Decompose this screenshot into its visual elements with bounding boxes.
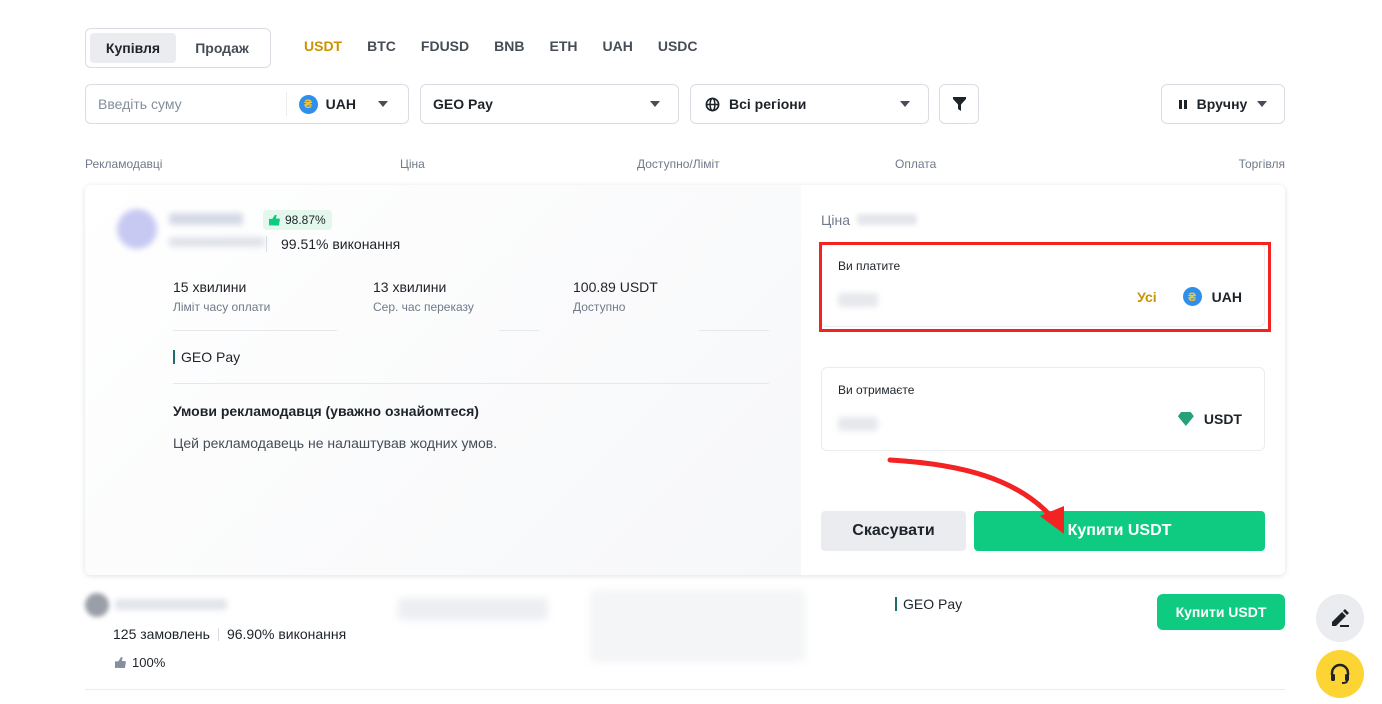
filter-button[interactable] <box>939 84 979 124</box>
tether-icon <box>1177 412 1194 426</box>
feedback-button[interactable] <box>1316 594 1364 642</box>
uah-coin-icon: ₴ <box>298 94 318 114</box>
edit-pencil-icon <box>1332 609 1349 627</box>
terms-title: Умови рекламодавця (уважно ознайомтеся) <box>173 403 479 419</box>
region-select-value: Всі регіони <box>729 96 807 112</box>
completion-rate: 99.51% виконання <box>266 236 400 252</box>
order-count: 125 замовлень <box>113 626 210 642</box>
price-redacted <box>398 598 548 620</box>
asset-tab-bnb[interactable]: BNB <box>494 38 524 54</box>
asset-tab-usdc[interactable]: USDC <box>658 38 698 54</box>
column-header-payment: Оплата <box>895 157 937 171</box>
asset-tab-fdusd[interactable]: FDUSD <box>421 38 469 54</box>
region-select[interactable]: Всі регіони <box>690 84 929 124</box>
receive-amount-box[interactable]: Ви отримаєте USDT <box>821 367 1265 451</box>
advertiser-stats: 125 замовлень 96.90% виконання <box>113 626 346 642</box>
column-header-trade: Торгівля <box>1238 157 1285 171</box>
buy-usdt-button[interactable]: Купити USDT <box>1157 594 1285 630</box>
chevron-down-icon <box>900 101 910 107</box>
divider <box>85 689 1285 690</box>
headset-icon <box>1330 663 1350 684</box>
stat-value: 100.89 USDT <box>573 279 658 295</box>
stat-value: 15 хвилини <box>173 279 247 295</box>
available-limit-redacted <box>590 590 805 662</box>
chevron-down-icon <box>378 101 388 107</box>
stat-label: Сер. час переказу <box>373 300 474 314</box>
fiat-select-value: UAH <box>325 96 356 112</box>
receive-amount-label: Ви отримаєте <box>838 383 915 397</box>
globe-icon <box>705 97 720 111</box>
divider <box>173 383 769 384</box>
stat-label: Ліміт часу оплати <box>173 300 271 314</box>
receive-amount-input-redacted[interactable] <box>838 417 878 431</box>
payment-select-value: GEO Pay <box>433 96 493 112</box>
payment-select[interactable]: GEO Pay <box>420 84 679 124</box>
terms-text: Цей рекламодавець не налаштував жодних у… <box>173 435 498 451</box>
payment-method-tag: GEO Pay <box>173 350 240 364</box>
chevron-down-icon <box>1257 101 1268 107</box>
funnel-icon <box>952 97 966 111</box>
column-header-advertisers: Рекламодавці <box>85 157 163 171</box>
stat-label: Доступно <box>573 300 626 314</box>
advertiser-avatar[interactable] <box>117 209 157 249</box>
completion-rate: 96.90% виконання <box>226 626 347 642</box>
divider <box>217 627 219 641</box>
amount-filter: ₴ UAH <box>85 84 409 124</box>
amount-input[interactable] <box>86 85 286 123</box>
price-value-redacted <box>857 214 917 225</box>
asset-tab-eth[interactable]: ETH <box>549 38 577 54</box>
refresh-select[interactable]: Вручну <box>1161 84 1285 124</box>
payment-method-tag: GEO Pay <box>895 597 962 611</box>
trade-type-toggle: Купівля Продаж <box>85 28 271 68</box>
asset-tab-uah[interactable]: UAH <box>602 38 632 54</box>
stat-avg-release-time: 13 хвилини Сер. час переказу <box>373 279 474 314</box>
divider <box>499 330 539 331</box>
advertiser-avatar[interactable] <box>85 593 109 617</box>
divider <box>173 330 337 331</box>
ad-details: 98.87% 99.51% виконання 15 хвилини Ліміт… <box>85 185 801 575</box>
chevron-down-icon <box>650 101 660 107</box>
annotation-arrow-icon <box>887 457 1064 534</box>
advertiser-name-redacted[interactable] <box>169 213 243 225</box>
asset-tabs: USDT BTC FDUSD BNB ETH UAH USDC <box>304 38 698 54</box>
fiat-select[interactable]: ₴ UAH <box>287 94 408 114</box>
advertiser-orders-redacted <box>169 237 265 247</box>
positive-rate: 100% <box>115 655 165 670</box>
stat-available: 100.89 USDT Доступно <box>573 279 658 314</box>
asset-tab-usdt[interactable]: USDT <box>304 38 342 54</box>
asset-tab-btc[interactable]: BTC <box>367 38 396 54</box>
stat-value: 13 хвилини <box>373 279 447 295</box>
annotation-highlight-box <box>819 242 1271 332</box>
tab-buy[interactable]: Купівля <box>90 33 176 63</box>
divider <box>699 330 769 331</box>
tab-sell[interactable]: Продаж <box>178 33 266 63</box>
column-header-price: Ціна <box>400 157 425 171</box>
advertiser-name-redacted[interactable] <box>115 599 227 610</box>
support-button[interactable] <box>1316 650 1364 698</box>
thumbs-up-icon <box>115 657 126 668</box>
stat-payment-time-limit: 15 хвилини Ліміт часу оплати <box>173 279 270 314</box>
price-label: Ціна <box>821 212 850 228</box>
receive-currency: USDT <box>1203 411 1242 427</box>
positive-rate-badge: 98.87% <box>263 210 332 230</box>
refresh-select-value: Вручну <box>1196 96 1248 112</box>
positive-rate-value: 98.87% <box>285 213 326 227</box>
column-header-limit: Доступно/Ліміт <box>637 157 720 171</box>
pause-icon <box>1178 99 1187 109</box>
positive-rate-value: 100% <box>132 655 166 670</box>
thumbs-up-icon <box>269 214 280 226</box>
